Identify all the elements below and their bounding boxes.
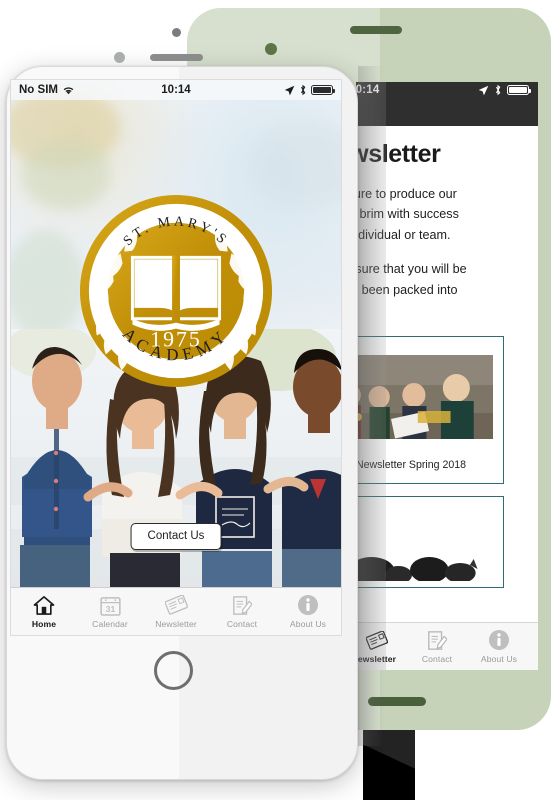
location-arrow-icon (478, 85, 489, 95)
front-phone-sensor-icon (114, 52, 125, 63)
back-tab-bar[interactable]: ewsletter Contact About Us (356, 622, 538, 670)
home-icon (11, 594, 77, 616)
tab-newsletter-label: Newsletter (155, 619, 197, 629)
bluetooth-icon (496, 84, 501, 96)
back-paragraph-1: s pleasure to produce ourd to the brim w… (356, 187, 459, 242)
newsletter-card[interactable]: Newsletter Spring 2018 (356, 336, 504, 485)
student-2 (102, 363, 182, 589)
front-phone-camera-icon (172, 28, 181, 37)
bluetooth-icon (301, 84, 306, 96)
contact-icon (406, 629, 468, 651)
newsletter-photo-2 (356, 515, 493, 588)
tab-home-label: Home (31, 619, 57, 629)
newsletter-card-2[interactable] (356, 496, 504, 589)
back-tab-newsletter[interactable]: ewsletter (356, 629, 406, 664)
back-tab-contact-label: Contact (421, 654, 453, 664)
back-paragraph-2: we are sure that you will beuch has been… (356, 262, 467, 297)
back-tab-contact[interactable]: Contact (406, 629, 468, 664)
back-status-time: 10:14 (356, 84, 380, 96)
back-page-body: s pleasure to produce ourd to the brim w… (356, 184, 538, 320)
newsletter-photo (356, 355, 493, 440)
front-phone-screen: 1975 ST. MARY'S ACADEMY Contact Us No SI… (10, 79, 342, 636)
tab-home[interactable]: Home (11, 594, 77, 629)
tab-about-us[interactable]: About Us (275, 594, 341, 629)
about-icon (275, 594, 341, 616)
back-page-content: Newsletter s pleasure to produce ourd to… (356, 126, 538, 589)
front-tab-bar[interactable]: Home 31 Calendar Newsletter Contact Abou… (11, 587, 341, 635)
battery-icon (311, 84, 336, 96)
newsletter-icon (356, 629, 406, 651)
back-phone-camera-icon (265, 43, 277, 55)
student-3 (196, 355, 272, 589)
home-button[interactable] (154, 651, 193, 690)
calendar-icon: 31 (77, 594, 143, 616)
back-phone-bottom-edge-shade (363, 728, 415, 800)
back-tab-newsletter-label: ewsletter (357, 654, 397, 664)
about-icon (468, 629, 530, 651)
back-phone-screen: 10:14 Newsletter s pleasure to produce o… (356, 82, 538, 670)
back-status-bar: 10:14 (356, 82, 538, 126)
location-arrow-icon (284, 85, 295, 95)
newsletter-card-caption: Newsletter Spring 2018 (356, 459, 467, 472)
tab-calendar-label: Calendar (92, 619, 128, 629)
front-status-bar: No SIM 10:14 (11, 80, 341, 100)
svg-text:31: 31 (105, 603, 115, 613)
tab-about-us-label: About Us (289, 619, 327, 629)
school-logo: 1975 ST. MARY'S ACADEMY (77, 192, 275, 390)
open-book-icon (130, 255, 222, 331)
front-phone-speaker-grille (150, 54, 203, 61)
back-phone-home-indicator (368, 697, 426, 706)
tab-newsletter[interactable]: Newsletter (143, 594, 209, 629)
tab-calendar[interactable]: 31 Calendar (77, 594, 143, 629)
contact-us-button[interactable]: Contact Us (130, 523, 222, 550)
back-tab-about[interactable]: About Us (468, 629, 530, 664)
tab-contact-label: Contact (226, 619, 258, 629)
app-mockup-stage: 10:14 Newsletter s pleasure to produce o… (0, 0, 557, 800)
newsletter-icon (143, 594, 209, 616)
back-phone-speaker-grille (350, 26, 402, 34)
battery-icon (507, 84, 532, 96)
hero-image: 1975 ST. MARY'S ACADEMY Contact Us (11, 80, 341, 589)
contact-icon (209, 594, 275, 616)
tab-contact[interactable]: Contact (209, 594, 275, 629)
back-tab-about-label: About Us (480, 654, 518, 664)
back-page-title: Newsletter (356, 140, 441, 168)
